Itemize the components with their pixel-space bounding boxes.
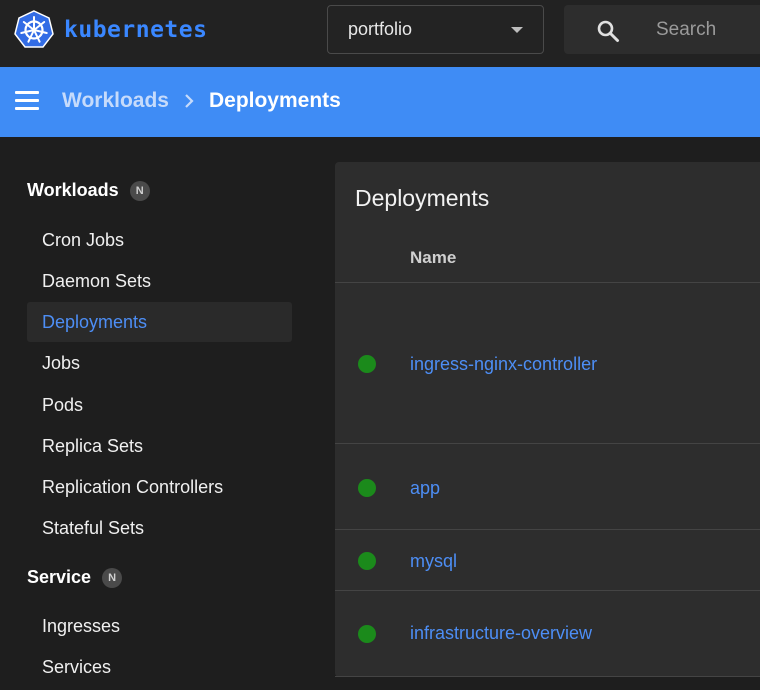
table-row: ingress-nginx-controller	[335, 282, 760, 444]
brand-name: kubernetes	[64, 17, 208, 43]
sidebar-item-pods[interactable]: Pods	[27, 385, 292, 425]
table-row: app	[335, 443, 760, 530]
status-ok-icon	[358, 355, 376, 373]
sidebar-category-workloads[interactable]: Workloads N	[27, 180, 150, 201]
kubernetes-wheel-icon	[14, 10, 54, 48]
category-label: Service	[27, 567, 92, 587]
table-row: infrastructure-overview	[335, 590, 760, 676]
namespace-select[interactable]: portfolio	[327, 5, 544, 54]
sidebar-item-services[interactable]: Services	[27, 647, 292, 687]
category-label: Workloads	[27, 180, 119, 200]
caret-down-icon	[511, 27, 523, 33]
deployments-card: Deployments Name ingress-nginx-controlle…	[335, 162, 760, 677]
table-bottom-divider	[335, 676, 760, 677]
sidebar-item-replication-controllers[interactable]: Replication Controllers	[27, 467, 292, 507]
sidebar-item-replica-sets[interactable]: Replica Sets	[27, 426, 292, 466]
status-ok-icon	[358, 625, 376, 643]
kubernetes-logo[interactable]: kubernetes	[14, 10, 207, 50]
sidebar-item-label: Services	[42, 656, 112, 677]
namespaced-badge: N	[102, 567, 123, 588]
toolbar: Workloads Deployments	[0, 67, 760, 137]
deployment-link[interactable]: mysql	[410, 551, 457, 572]
namespaced-badge: N	[129, 180, 150, 201]
status-ok-icon	[358, 552, 376, 570]
sidebar-item-jobs[interactable]: Jobs	[27, 343, 292, 383]
chevron-right-icon	[169, 89, 209, 113]
namespace-value: portfolio	[348, 19, 413, 39]
sidebar-item-label: Cron Jobs	[42, 229, 125, 250]
hamburger-menu-icon[interactable]	[15, 91, 39, 113]
search-icon[interactable]	[596, 19, 620, 43]
breadcrumb-deployments: Deployments	[208, 89, 341, 112]
search-box[interactable]	[564, 5, 760, 54]
sidebar-item-label: Replica Sets	[42, 435, 144, 456]
sidebar-item-label: Ingresses	[42, 615, 121, 636]
deployment-link[interactable]: infrastructure-overview	[410, 623, 592, 644]
sidebar-item-cron-jobs[interactable]: Cron Jobs	[27, 220, 292, 260]
sidebar-item-label: Jobs	[42, 352, 81, 373]
sidebar-item-deployments[interactable]: Deployments	[27, 302, 292, 342]
sidebar-item-label: Daemon Sets	[42, 270, 152, 291]
top-bar: kubernetes portfolio	[0, 0, 760, 67]
column-header-name[interactable]: Name	[410, 248, 456, 268]
breadcrumb-workloads[interactable]: Workloads	[62, 89, 169, 113]
sidebar-item-label: Pods	[42, 394, 84, 415]
deployment-link[interactable]: app	[410, 478, 440, 499]
sidebar-item-label: Deployments	[42, 311, 148, 332]
sidebar-item-label: Replication Controllers	[42, 476, 224, 497]
search-input[interactable]	[656, 17, 756, 43]
table-row: mysql	[335, 529, 760, 591]
sidebar-item-label: Stateful Sets	[42, 517, 145, 538]
breadcrumb: Workloads Deployments	[62, 89, 341, 113]
sidebar-category-service[interactable]: Service N	[27, 567, 123, 588]
deployment-link[interactable]: ingress-nginx-controller	[410, 354, 597, 375]
sidebar-item-ingresses[interactable]: Ingresses	[27, 606, 292, 646]
status-ok-icon	[358, 479, 376, 497]
sidebar: Workloads N Cron Jobs Daemon Sets Deploy…	[0, 137, 310, 690]
card-title: Deployments	[355, 185, 490, 211]
sidebar-item-daemon-sets[interactable]: Daemon Sets	[27, 261, 292, 301]
sidebar-item-stateful-sets[interactable]: Stateful Sets	[27, 508, 292, 548]
